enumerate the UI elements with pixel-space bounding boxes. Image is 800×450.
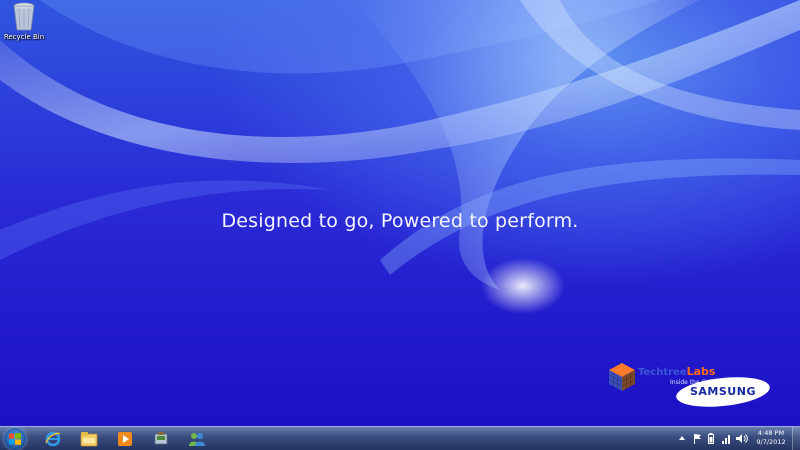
action-center-flag-icon[interactable] [693,433,702,444]
clock-date: 9/7/2012 [756,438,786,446]
show-hidden-icons-icon[interactable] [678,434,686,442]
taskbar-windows-explorer-button[interactable] [72,429,106,449]
media-player-icon [118,432,132,446]
internet-explorer-icon [45,431,61,447]
recycle-bin-label: Recycle Bin [3,33,45,41]
program-icon [154,432,168,445]
battery-icon[interactable] [708,433,714,444]
windows-explorer-icon [80,432,98,447]
network-users-icon [189,433,205,446]
samsung-logo: SAMSUNG [674,373,772,411]
samsung-wordmark: SAMSUNG [690,385,756,398]
taskbar-internet-explorer-button[interactable] [36,429,70,449]
volume-icon[interactable] [736,433,748,444]
network-signal-icon[interactable] [722,433,732,444]
taskbar-network-users-button[interactable] [180,429,214,449]
cube-logo-icon [608,363,636,391]
taskbar-program-button[interactable] [144,429,178,449]
show-desktop-button[interactable] [792,427,800,450]
windows-logo-icon [9,433,21,445]
taskbar-clock[interactable]: 4:48 PM 9/7/2012 [752,429,790,447]
wallpaper-tagline: Designed to go, Powered to perform. [221,210,579,232]
taskbar: 4:48 PM 9/7/2012 [0,426,800,450]
recycle-bin[interactable]: Recycle Bin [2,2,46,46]
taskbar-media-player-button[interactable] [108,429,142,449]
clock-time: 4:48 PM [757,429,785,437]
desktop-background: Recycle Bin Designed to go, Powered to p… [0,0,800,426]
start-button[interactable] [4,428,26,450]
recycle-bin-icon [13,2,35,31]
